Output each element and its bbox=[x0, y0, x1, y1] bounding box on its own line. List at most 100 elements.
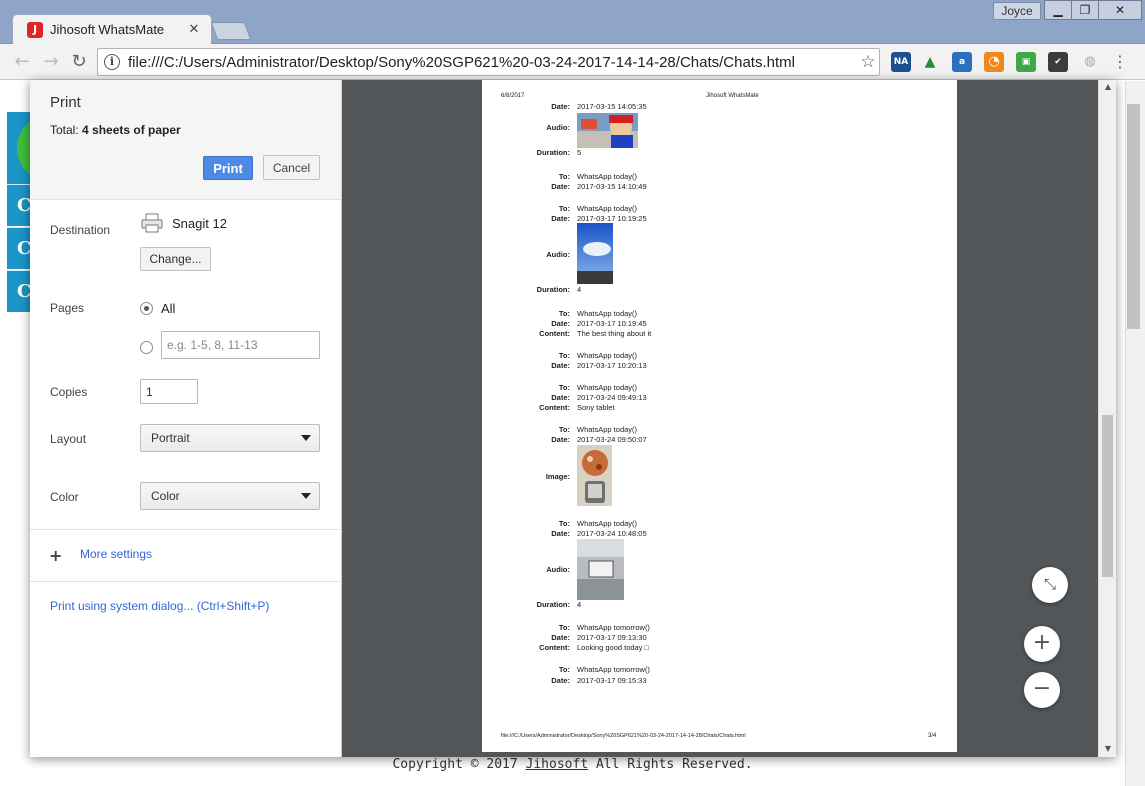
zoom-out-icon[interactable]: − bbox=[1024, 672, 1060, 708]
preview-row: Audio: bbox=[482, 250, 957, 260]
preview-row-key: Date: bbox=[551, 633, 570, 642]
preview-row-key: Image: bbox=[545, 472, 570, 481]
print-settings-panel: Print Total: 4 sheets of paper Print Can… bbox=[30, 80, 342, 757]
preview-row-value: 2017-03-15 14:05:35 bbox=[577, 102, 647, 111]
preview-row: Date: 2017-03-15 14:05:35 bbox=[482, 102, 957, 112]
page-footer-number: 3/4 bbox=[928, 733, 937, 739]
preview-row-key: To: bbox=[558, 204, 570, 213]
preview-row-key: To: bbox=[558, 309, 570, 318]
preview-row: Content: Sony tablet bbox=[482, 403, 957, 413]
extension-chart-icon[interactable]: ▲ bbox=[920, 52, 940, 72]
cancel-button[interactable]: Cancel bbox=[263, 155, 320, 180]
preview-row-key: Date: bbox=[551, 529, 570, 538]
preview-row-key: To: bbox=[558, 425, 570, 434]
preview-row-value: WhatsApp tomorrow() bbox=[577, 665, 650, 674]
scroll-down-icon[interactable]: ▼ bbox=[1103, 744, 1113, 753]
preview-row: Date: 2017-03-15 14:10:49 bbox=[482, 182, 957, 192]
pages-range-input[interactable] bbox=[161, 331, 320, 359]
preview-row-key: Duration: bbox=[536, 148, 570, 157]
layout-select[interactable]: Portrait bbox=[140, 424, 320, 452]
preview-row-key: To: bbox=[558, 665, 570, 674]
preview-row-value: WhatsApp today() bbox=[577, 351, 638, 360]
preview-row-key: To: bbox=[558, 172, 570, 181]
minimize-icon[interactable]: ▁ bbox=[1044, 0, 1072, 20]
plus-icon[interactable]: + bbox=[49, 546, 62, 565]
copies-input[interactable] bbox=[140, 379, 198, 404]
layout-label: Layout bbox=[50, 432, 87, 446]
preview-row-key: To: bbox=[558, 351, 570, 360]
pages-label: Pages bbox=[50, 301, 85, 315]
page-header-date: 6/8/2017 bbox=[501, 93, 525, 99]
pages-all-radio[interactable] bbox=[140, 302, 153, 315]
color-label: Color bbox=[50, 490, 79, 504]
preview-row: Date: 2017-03-24 10:48:05 bbox=[482, 529, 957, 539]
preview-row: Date: 2017-03-24 09:50:07 bbox=[482, 435, 957, 445]
extension-robot-icon[interactable]: ▣ bbox=[1016, 52, 1036, 72]
chevron-down-icon bbox=[301, 435, 311, 441]
pages-all-label: All bbox=[161, 301, 176, 316]
forward-arrow-icon[interactable]: → bbox=[39, 50, 63, 74]
change-destination-button[interactable]: Change... bbox=[140, 247, 211, 271]
printer-icon bbox=[141, 213, 163, 233]
chevron-down-icon bbox=[301, 493, 311, 499]
preview-row-value: WhatsApp today() bbox=[577, 204, 638, 213]
preview-row-value: 2017-03-15 14:10:49 bbox=[577, 182, 647, 191]
close-window-icon[interactable]: ✕ bbox=[1098, 0, 1142, 20]
profile-button[interactable]: Joyce bbox=[993, 2, 1041, 20]
preview-row: Audio: bbox=[482, 123, 957, 133]
extension-na-icon[interactable]: NA bbox=[891, 52, 911, 72]
title-bar: J Jihosoft WhatsMate ✕ Joyce ▁ ❐ ✕ bbox=[0, 0, 1145, 44]
menu-kebab-icon[interactable]: ⋮ bbox=[1108, 50, 1132, 74]
preview-row-key: Duration: bbox=[536, 285, 570, 294]
reload-icon[interactable]: ↻ bbox=[67, 50, 91, 74]
pages-custom-radio[interactable] bbox=[140, 341, 153, 354]
preview-row-key: Duration: bbox=[536, 600, 570, 609]
preview-row-key: To: bbox=[558, 519, 570, 528]
extension-check-icon[interactable]: ✔ bbox=[1048, 52, 1068, 72]
page-scrollbar-thumb[interactable] bbox=[1127, 104, 1140, 329]
extension-translate-icon[interactable]: a bbox=[952, 52, 972, 72]
back-arrow-icon[interactable]: ← bbox=[10, 50, 34, 74]
preview-row: To: WhatsApp today() bbox=[482, 309, 957, 319]
more-settings-link[interactable]: More settings bbox=[80, 547, 152, 561]
page-header-title: Jihosoft WhatsMate bbox=[706, 93, 759, 99]
jihosoft-link[interactable]: Jihosoft bbox=[526, 757, 589, 772]
tab-whatsmate[interactable]: J Jihosoft WhatsMate ✕ bbox=[12, 14, 212, 44]
preview-row-value: WhatsApp today() bbox=[577, 309, 638, 318]
preview-row-value: 4 bbox=[577, 285, 582, 294]
preview-row: Date: 2017-03-17 10:19:45 bbox=[482, 319, 957, 329]
preview-row: To: WhatsApp today() bbox=[482, 383, 957, 393]
print-title: Print bbox=[50, 94, 81, 111]
print-button[interactable]: Print bbox=[203, 156, 253, 180]
extension-power-icon[interactable]: ◍ bbox=[1080, 52, 1100, 72]
bg-logo bbox=[7, 112, 31, 184]
address-bar[interactable]: i file:///C:/Users/Administrator/Desktop… bbox=[97, 48, 880, 76]
zoom-in-icon[interactable]: + bbox=[1024, 626, 1060, 662]
preview-row: Date: 2017-03-17 10:19:25 bbox=[482, 214, 957, 224]
rss-icon[interactable]: ◔ bbox=[984, 52, 1004, 72]
preview-row: To: WhatsApp today() bbox=[482, 204, 957, 214]
bookmark-star-icon[interactable]: ☆ bbox=[857, 52, 879, 72]
tab-close-icon[interactable]: ✕ bbox=[187, 22, 201, 37]
preview-row-value: 2017-03-17 10:20:13 bbox=[577, 361, 647, 370]
preview-scrollbar-thumb[interactable] bbox=[1102, 415, 1113, 577]
system-dialog-link[interactable]: Print using system dialog... (Ctrl+Shift… bbox=[50, 599, 269, 613]
print-dialog: Print Total: 4 sheets of paper Print Can… bbox=[30, 80, 1116, 757]
preview-row: To: WhatsApp tomorrow() bbox=[482, 623, 957, 633]
info-icon[interactable]: i bbox=[104, 54, 120, 70]
preview-scrollbar[interactable]: ▲ ▼ bbox=[1098, 80, 1116, 757]
preview-row: Content: The best thing about it bbox=[482, 329, 957, 339]
preview-row-value: 2017-03-17 10:19:25 bbox=[577, 214, 647, 223]
preview-row-key: Audio: bbox=[546, 123, 570, 132]
preview-row: To: WhatsApp today() bbox=[482, 425, 957, 435]
fit-to-page-icon[interactable]: ⤡ bbox=[1032, 567, 1068, 603]
color-select[interactable]: Color bbox=[140, 482, 320, 510]
jihosoft-favicon-icon: J bbox=[27, 21, 43, 38]
url-text[interactable]: file:///C:/Users/Administrator/Desktop/S… bbox=[128, 54, 857, 71]
maximize-icon[interactable]: ❐ bbox=[1071, 0, 1099, 20]
preview-row-value: The best thing about it bbox=[577, 329, 652, 338]
scroll-up-icon[interactable]: ▲ bbox=[1103, 82, 1113, 91]
preview-row-value: 2017-03-24 09:50:07 bbox=[577, 435, 647, 444]
new-tab-button[interactable] bbox=[210, 22, 252, 40]
preview-row: Date: 2017-03-24 09:49:13 bbox=[482, 393, 957, 403]
